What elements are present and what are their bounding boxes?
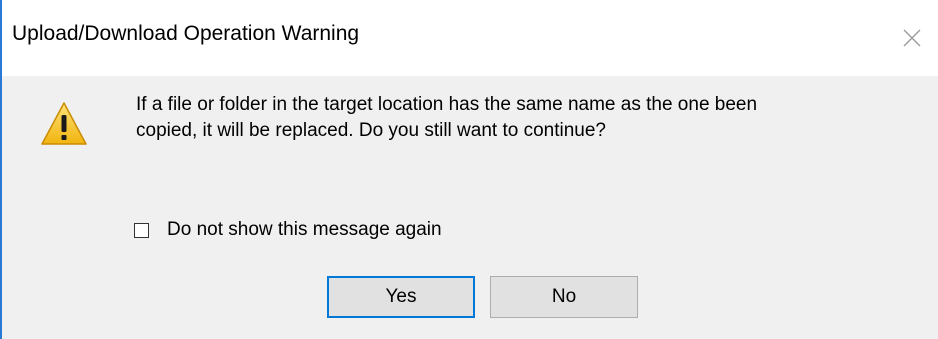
- dont-show-again-checkbox[interactable]: [134, 222, 149, 238]
- dont-show-again-option[interactable]: Do not show this message again: [134, 218, 442, 242]
- no-button[interactable]: No: [490, 276, 638, 318]
- message-line-2: copied, it will be replaced. Do you stil…: [136, 120, 606, 141]
- yes-button[interactable]: Yes: [327, 276, 475, 318]
- dialog-title: Upload/Download Operation Warning: [12, 22, 360, 45]
- warning-message: If a file or folder in the target locati…: [136, 92, 896, 144]
- message-line-1: If a file or folder in the target locati…: [136, 94, 758, 115]
- warning-icon: [41, 102, 87, 145]
- title-bar: Upload/Download Operation Warning: [2, 0, 938, 76]
- close-button[interactable]: [892, 18, 932, 58]
- close-icon: [903, 29, 921, 47]
- dont-show-again-label[interactable]: Do not show this message again: [167, 219, 442, 241]
- warning-dialog: Upload/Download Operation Warning If a f…: [0, 0, 938, 339]
